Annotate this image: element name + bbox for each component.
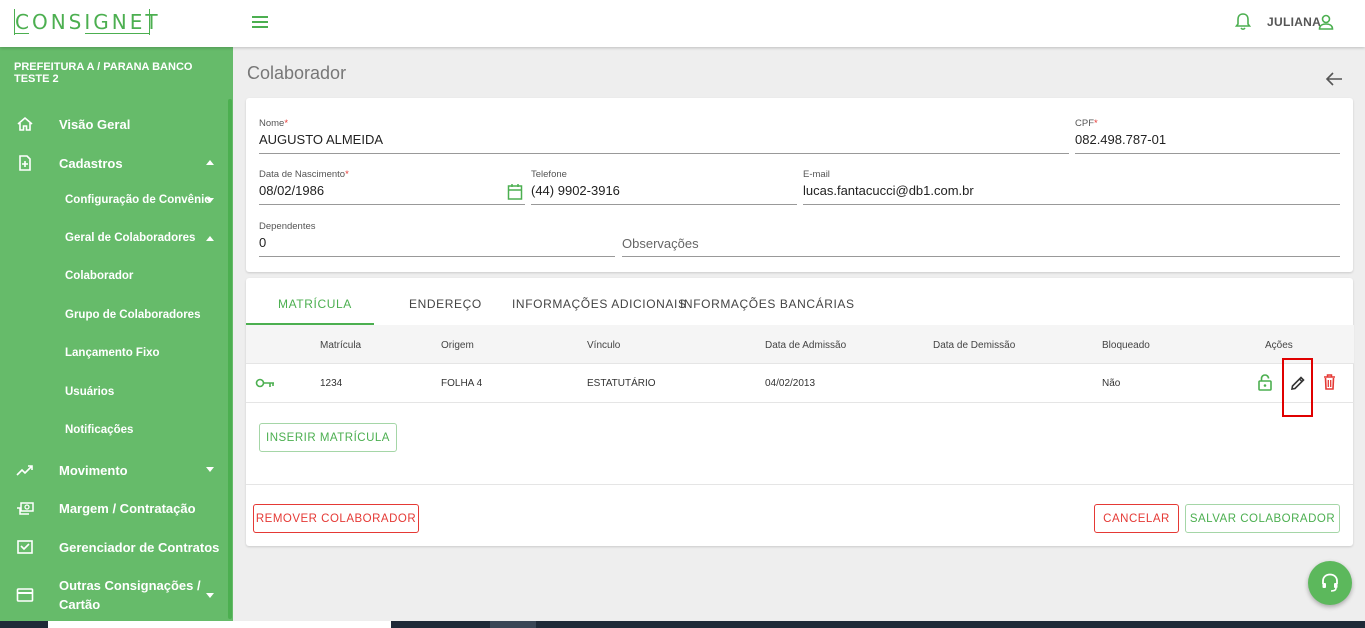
- cancel-button[interactable]: CANCELAR: [1094, 504, 1179, 533]
- colaborador-form-card: Nome* AUGUSTO ALMEIDA CPF* 082.498.787-0…: [246, 98, 1353, 272]
- sidebar-item-outras-consignacoes[interactable]: Outras Consignações / Cartão: [0, 576, 228, 614]
- sidebar-item-gerenciador-contratos[interactable]: Gerenciador de Contratos: [0, 538, 228, 556]
- sidebar-subitem-configuracao-convenio[interactable]: Configuração de Convênio: [65, 194, 211, 206]
- tab-endereco[interactable]: ENDEREÇO: [409, 297, 482, 311]
- cpf-field[interactable]: CPF* 082.498.787-01: [1075, 118, 1340, 154]
- cell-origem: FOLHA 4: [441, 378, 483, 389]
- chevron-up-icon: [206, 236, 214, 241]
- key-icon: [255, 378, 274, 388]
- matriculas-card: MATRÍCULA ENDEREÇO INFORMAÇÕES ADICIONAI…: [246, 278, 1354, 546]
- os-taskbar: [0, 621, 1365, 628]
- sidebar-subitem-grupo-colaboradores[interactable]: Grupo de Colaboradores: [65, 309, 200, 321]
- chevron-up-icon: [206, 160, 214, 165]
- card-icon: [16, 588, 34, 602]
- organization-name: PREFEITURA A / PARANA BANCO TESTE 2: [14, 61, 193, 85]
- chevron-down-icon: [206, 198, 214, 203]
- checkbox-icon: [17, 540, 33, 554]
- telefone-field[interactable]: Telefone (44) 9902-3916: [531, 169, 797, 205]
- divider: [246, 484, 1353, 485]
- calendar-icon[interactable]: [507, 183, 523, 201]
- tab-matricula[interactable]: MATRÍCULA: [278, 297, 352, 311]
- lock-open-icon[interactable]: [1258, 374, 1272, 391]
- sidebar-subitem-geral-colaboradores[interactable]: Geral de Colaboradores: [65, 232, 195, 244]
- page-title: Colaborador: [247, 63, 347, 83]
- sidebar-subitem-notificacoes[interactable]: Notificações: [65, 424, 133, 436]
- chevron-down-icon: [206, 593, 214, 598]
- column-header: Matrícula: [320, 340, 362, 351]
- user-name[interactable]: JULIANA: [1267, 15, 1321, 29]
- table-header: Matrícula Origem Vínculo Data de Admissã…: [246, 325, 1354, 364]
- user-icon[interactable]: [1318, 13, 1334, 31]
- column-header: Bloqueado: [1102, 340, 1150, 351]
- salvar-colaborador-button[interactable]: SALVAR COLABORADOR: [1185, 504, 1340, 533]
- annotation-highlight-box: [1282, 358, 1313, 417]
- column-header: Data de Admissão: [765, 340, 847, 351]
- money-icon: [17, 502, 34, 515]
- sidebar-item-cadastros[interactable]: Cadastros: [0, 154, 228, 172]
- bell-icon[interactable]: [1234, 12, 1252, 32]
- hamburger-menu-icon[interactable]: [252, 14, 268, 30]
- cell-vinculo: ESTATUTÁRIO: [587, 378, 656, 389]
- tab-informacoes-bancarias[interactable]: INFORMAÇÕES BANCÁRIAS: [680, 297, 855, 311]
- email-field[interactable]: E-mail lucas.fantacucci@db1.com.br: [803, 169, 1340, 205]
- sidebar-subitem-usuarios[interactable]: Usuários: [65, 386, 114, 398]
- observacoes-field[interactable]: Observações: [622, 234, 1340, 257]
- data-nascimento-field[interactable]: Data de Nascimento* 08/02/1986: [259, 169, 525, 205]
- column-header: Origem: [441, 340, 474, 351]
- support-chat-button[interactable]: [1308, 561, 1352, 605]
- sidebar-subitem-lancamento-fixo[interactable]: Lançamento Fixo: [65, 347, 160, 359]
- sidebar-subitem-colaborador[interactable]: Colaborador: [65, 270, 133, 282]
- delete-trash-icon[interactable]: [1323, 374, 1336, 390]
- tab-informacoes-adicionais[interactable]: INFORMAÇÕES ADICIONAIS: [512, 297, 687, 311]
- cell-bloqueado: Não: [1102, 378, 1121, 389]
- home-icon: [17, 116, 33, 131]
- cell-admissao: 04/02/2013: [765, 378, 816, 389]
- inserir-matricula-button[interactable]: INSERIR MATRÍCULA: [259, 423, 397, 452]
- sidebar-item-movimento[interactable]: Movimento: [0, 461, 228, 479]
- table-row: 1234 FOLHA 4 ESTATUTÁRIO 04/02/2013 Não: [246, 364, 1354, 403]
- sidebar-item-margem-contratacao[interactable]: Margem / Contratação: [0, 499, 228, 517]
- file-add-icon: [19, 155, 31, 171]
- column-header: Ações: [1265, 340, 1293, 351]
- top-bar: CONSIGNET JULIANA: [0, 0, 1365, 47]
- tab-bar: MATRÍCULA ENDEREÇO INFORMAÇÕES ADICIONAI…: [246, 278, 1353, 325]
- chevron-down-icon: [206, 467, 214, 472]
- column-header: Vínculo: [587, 340, 621, 351]
- headset-icon: [1322, 573, 1338, 592]
- sidebar: PREFEITURA A / PARANA BANCO TESTE 2 Visã…: [0, 47, 233, 628]
- sidebar-item-visao-geral[interactable]: Visão Geral: [0, 115, 228, 133]
- nome-field[interactable]: Nome* AUGUSTO ALMEIDA: [259, 118, 1069, 154]
- trending-up-icon: [16, 465, 33, 476]
- remover-colaborador-button[interactable]: REMOVER COLABORADOR: [253, 504, 419, 533]
- arrow-back-icon[interactable]: [1325, 71, 1343, 87]
- column-header: Data de Demissão: [933, 340, 1016, 351]
- dependentes-field[interactable]: Dependentes 0: [259, 221, 615, 257]
- cell-matricula: 1234: [320, 378, 343, 389]
- consignet-logo[interactable]: CONSIGNET: [14, 9, 158, 35]
- sidebar-scrollbar[interactable]: [228, 99, 232, 619]
